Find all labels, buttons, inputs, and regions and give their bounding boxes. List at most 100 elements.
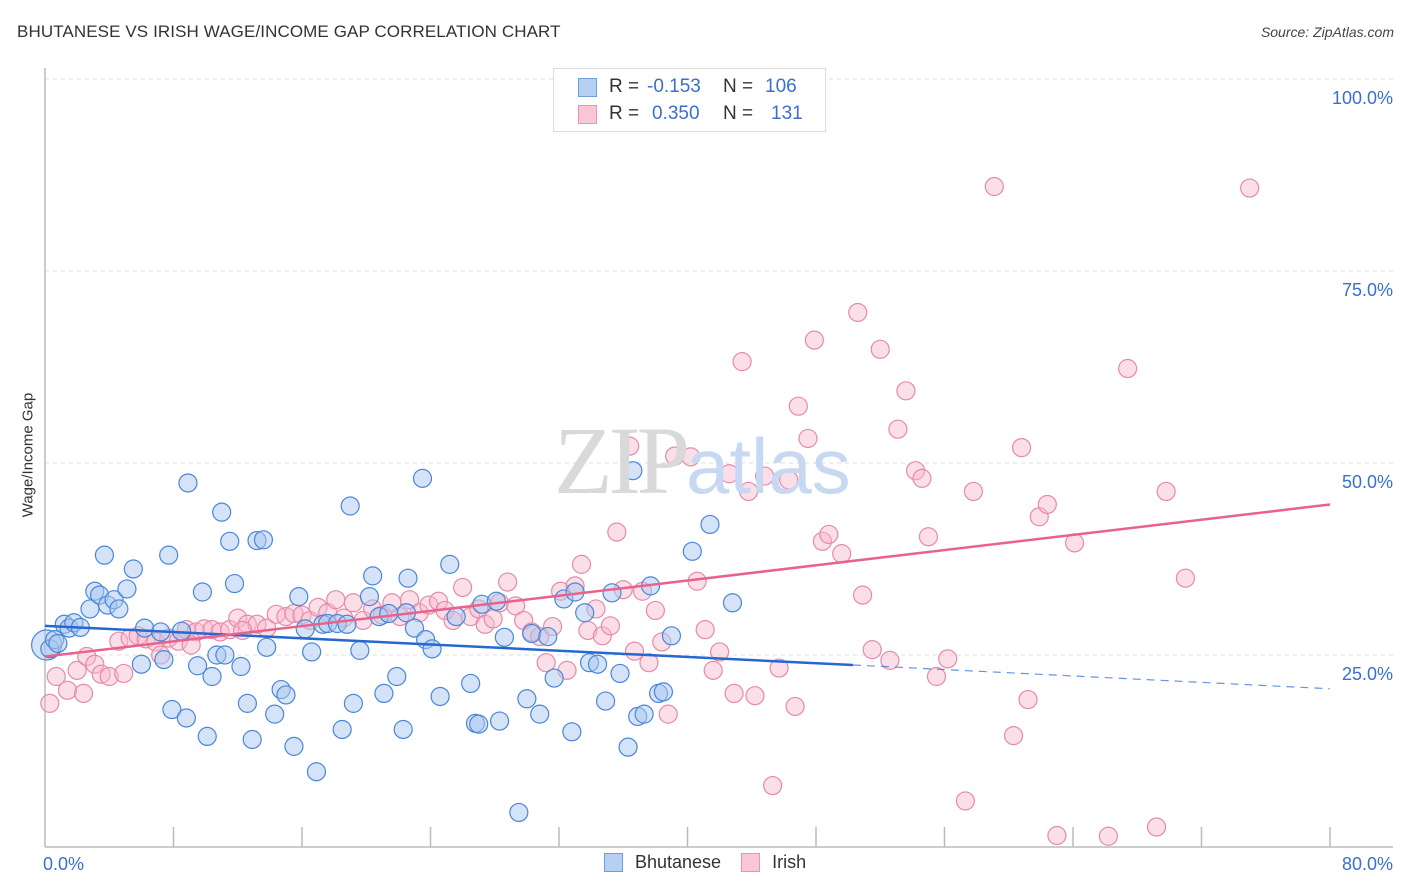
bhutanese-point bbox=[461, 673, 481, 694]
bhutanese-point bbox=[123, 559, 143, 579]
bhutanese-point bbox=[117, 579, 137, 599]
bhutanese-point bbox=[302, 642, 322, 662]
legend-item-irish[interactable]: Irish bbox=[741, 852, 806, 873]
n-label: N = bbox=[723, 103, 754, 124]
r-value: -0.153 bbox=[647, 76, 701, 97]
legend-label-bhutanese: Bhutanese bbox=[635, 852, 722, 872]
scatter-chart: 25.0% 50.0% 75.0% 100.0% 0.0% 80.0% bbox=[31, 68, 1393, 874]
irish-point bbox=[1240, 178, 1260, 198]
irish-point bbox=[912, 468, 932, 488]
r-value: 0.350 bbox=[652, 103, 700, 124]
bhutanese-point bbox=[469, 714, 489, 734]
correlation-legend: R = -0.153 N = 106 R = 0.350 N = 131 bbox=[553, 68, 826, 132]
series-legend: Bhutanese Irish bbox=[604, 852, 826, 873]
irish-point bbox=[645, 600, 665, 621]
bhutanese-point bbox=[220, 531, 240, 551]
bhutanese-point bbox=[412, 468, 433, 488]
bhutanese-point bbox=[530, 704, 550, 724]
bhutanese-point bbox=[522, 623, 542, 644]
irish-point bbox=[779, 470, 799, 490]
n-label: N = bbox=[723, 76, 754, 97]
bhutanese-point bbox=[350, 640, 370, 660]
irish-point bbox=[745, 686, 765, 706]
irish-point bbox=[963, 481, 984, 502]
bhutanese-point bbox=[337, 614, 357, 634]
irish-swatch bbox=[578, 104, 597, 124]
irish-point bbox=[888, 419, 908, 439]
bhutanese-point bbox=[398, 568, 418, 588]
bhutanese-point bbox=[265, 704, 285, 724]
tick-labels: 25.0% 50.0% 75.0% 100.0% 0.0% 80.0% bbox=[43, 88, 1393, 874]
bhutanese-point bbox=[722, 593, 743, 613]
irish-point bbox=[453, 577, 473, 598]
irish-point bbox=[1118, 358, 1138, 379]
bhutanese-point bbox=[231, 656, 251, 677]
irish-point bbox=[926, 666, 947, 687]
irish-point bbox=[832, 544, 852, 564]
source-label: Source: ZipAtlas.com bbox=[1260, 24, 1394, 40]
bhutanese-swatch bbox=[604, 853, 623, 872]
irish-point bbox=[804, 330, 824, 350]
legend-row-bhutanese: R = -0.153 N = 106 bbox=[578, 75, 797, 99]
bhutanese-point bbox=[176, 708, 196, 728]
bhutanese-point bbox=[422, 639, 442, 659]
irish-point bbox=[1156, 481, 1176, 502]
bhutanese-point bbox=[595, 691, 616, 711]
irish-point bbox=[955, 791, 975, 811]
irish-point bbox=[724, 683, 744, 704]
bhutanese-point bbox=[159, 545, 179, 565]
irish-point bbox=[665, 446, 685, 466]
bhutanese-point bbox=[284, 736, 304, 756]
legend-row-irish: R = 0.350 N = 131 bbox=[578, 102, 803, 126]
y-tick-label: 25.0% bbox=[1342, 664, 1393, 684]
irish-point bbox=[852, 585, 873, 605]
irish-point bbox=[1011, 438, 1032, 458]
bhutanese-point bbox=[634, 704, 654, 724]
irish-point bbox=[1175, 568, 1196, 588]
bhutanese-point bbox=[544, 668, 564, 688]
irish-point bbox=[658, 704, 678, 724]
bhutanese-point bbox=[109, 599, 129, 619]
irish-point bbox=[870, 339, 890, 359]
irish-point bbox=[763, 775, 783, 796]
bhutanese-point bbox=[587, 654, 608, 674]
irish-point bbox=[498, 572, 518, 592]
bhutanese-point bbox=[359, 587, 380, 607]
bhutanese-point bbox=[494, 627, 514, 647]
bhutanese-point bbox=[509, 802, 529, 823]
bhutanese-point bbox=[575, 603, 595, 623]
irish-point bbox=[40, 693, 60, 713]
irish-point bbox=[114, 663, 134, 684]
bhutanese-point bbox=[393, 719, 413, 740]
bhutanese-point bbox=[192, 582, 213, 602]
bhutanese-point bbox=[618, 737, 638, 757]
chart-title: BHUTANESE VS IRISH WAGE/INCOME GAP CORRE… bbox=[17, 22, 561, 41]
irish-point bbox=[1146, 817, 1167, 837]
legend-item-bhutanese[interactable]: Bhutanese bbox=[604, 852, 721, 873]
bhutanese-swatch bbox=[578, 77, 597, 97]
bhutanese-point bbox=[610, 663, 630, 684]
bhutanese-point bbox=[538, 626, 558, 647]
bhutanese-point bbox=[653, 682, 674, 702]
irish-swatch bbox=[741, 853, 761, 872]
bhutanese-point bbox=[178, 473, 198, 493]
bhutanese-point bbox=[237, 693, 257, 713]
bhutanese-point bbox=[197, 726, 217, 747]
bhutanese-point bbox=[489, 711, 510, 731]
bhutanese-point bbox=[224, 573, 245, 594]
bhutanese-point bbox=[517, 689, 537, 709]
bhutanese-point bbox=[440, 554, 460, 574]
irish-point bbox=[620, 436, 640, 456]
y-tick-label: 75.0% bbox=[1342, 280, 1393, 300]
bhutanese-point bbox=[48, 633, 68, 654]
irish-point bbox=[862, 640, 882, 660]
bhutanese-trend-extension bbox=[852, 664, 1331, 690]
gridlines bbox=[45, 78, 1393, 656]
irish-point bbox=[788, 396, 808, 416]
irish-point bbox=[732, 352, 752, 372]
axes bbox=[44, 68, 1393, 848]
bhutanese-point bbox=[289, 587, 309, 607]
bhutanese-point bbox=[374, 683, 394, 704]
bhutanese-point bbox=[202, 666, 222, 687]
irish-point bbox=[600, 616, 621, 636]
